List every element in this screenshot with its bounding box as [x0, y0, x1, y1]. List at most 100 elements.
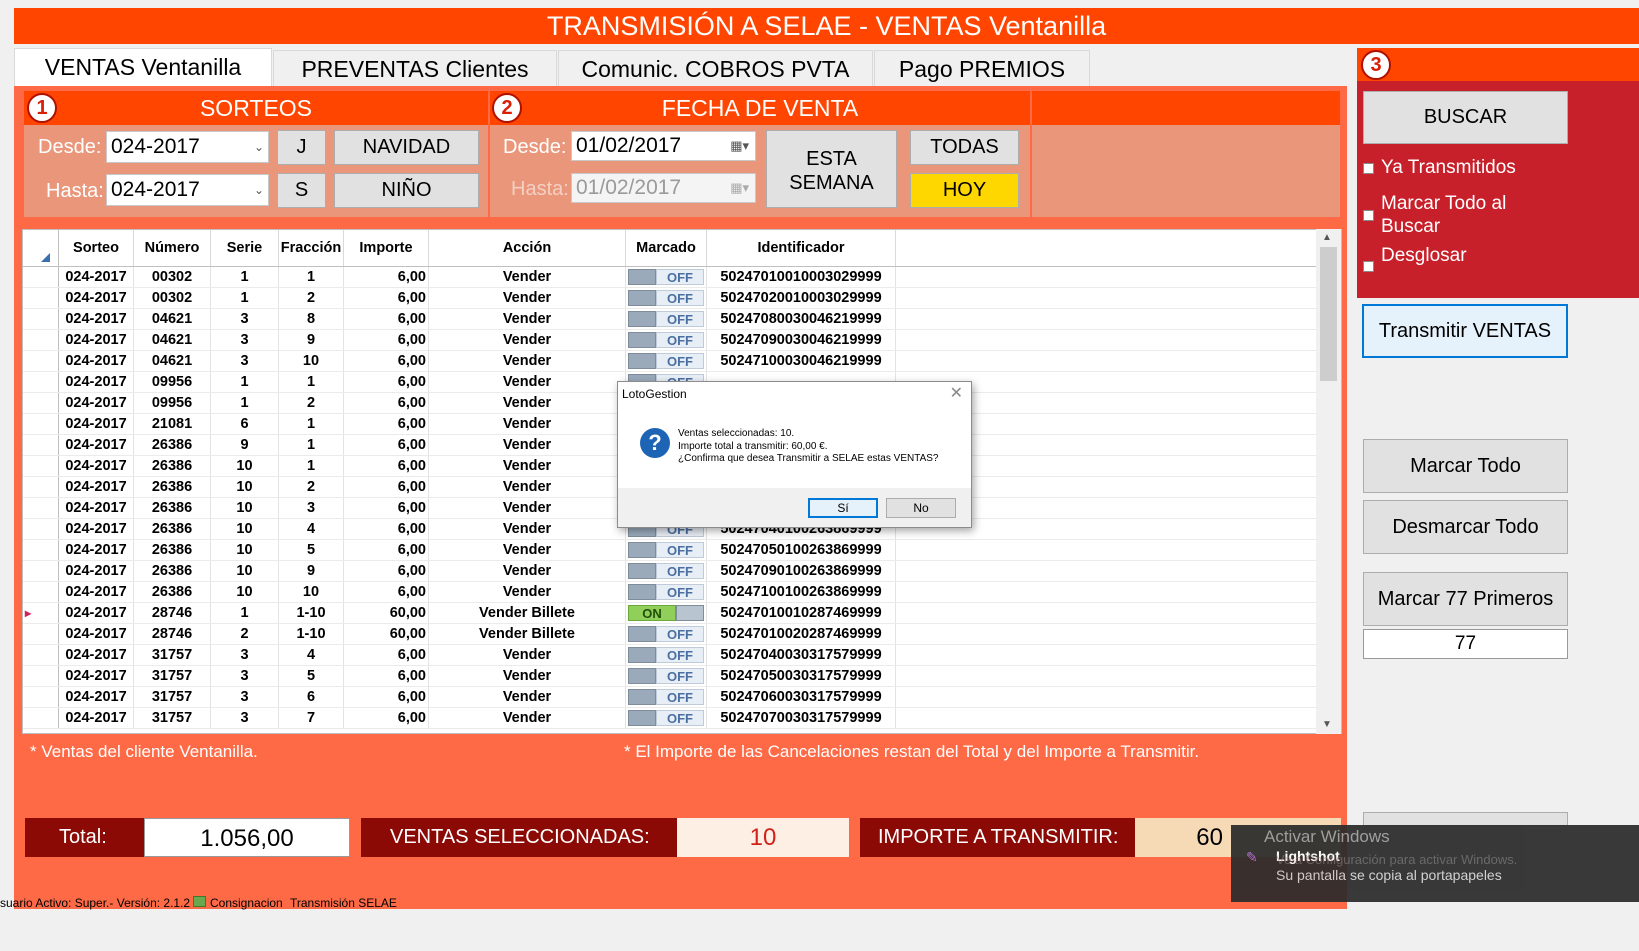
marcar-todo-buscar-checkbox[interactable] [1363, 210, 1374, 221]
row-header[interactable] [23, 455, 59, 477]
marcado-toggle[interactable]: OFF [628, 689, 704, 705]
row-header[interactable] [23, 497, 59, 519]
sorteo-hasta-select[interactable]: 024-2017 ⌄ [106, 174, 269, 206]
fecha-desde-picker[interactable]: 01/02/2017 ▦▾ [571, 131, 756, 161]
j-button[interactable]: J [277, 130, 326, 165]
row-header[interactable] [23, 539, 59, 561]
calendar-icon[interactable]: ▦▾ [730, 174, 749, 202]
status-transmision[interactable]: Transmisión SELAE [290, 896, 397, 910]
row-header[interactable] [23, 560, 59, 582]
cell-marcado[interactable]: ON [625, 602, 707, 624]
ya-transmitidos-label[interactable]: Ya Transmitidos [1381, 157, 1516, 179]
row-header[interactable] [23, 287, 59, 309]
marcado-toggle[interactable]: OFF [628, 311, 704, 327]
marcado-toggle[interactable]: OFF [628, 584, 704, 600]
table-row[interactable]: 024-2017 04621 3 8 6,00 Vender OFF 502470800300… [23, 308, 1316, 330]
cell-marcado[interactable]: OFF [625, 560, 707, 582]
ya-transmitidos-checkbox[interactable] [1363, 163, 1374, 174]
s-button[interactable]: S [277, 173, 326, 208]
marcar-count-input[interactable]: 77 [1363, 629, 1568, 659]
cell-marcado[interactable]: OFF [625, 350, 707, 372]
marcado-toggle[interactable]: OFF [628, 563, 704, 579]
marcado-toggle[interactable]: OFF [628, 332, 704, 348]
todas-button[interactable]: TODAS [910, 130, 1019, 165]
cell-marcado[interactable]: OFF [625, 707, 707, 729]
marcar-todo-button[interactable]: Marcar Todo [1363, 439, 1568, 493]
table-row[interactable]: 024-2017 04621 3 10 6,00 Vender OFF 50247100030… [23, 350, 1316, 372]
row-header[interactable] [23, 644, 59, 666]
cell-marcado[interactable]: OFF [625, 539, 707, 561]
row-header[interactable] [23, 518, 59, 540]
row-header[interactable] [23, 350, 59, 372]
table-row[interactable]: 024-2017 31757 3 5 6,00 Vender OFF 502470500303… [23, 665, 1316, 687]
scroll-up-icon[interactable]: ▲ [1322, 232, 1332, 243]
desglosar-label[interactable]: Desglosar [1381, 245, 1467, 267]
desglosar-checkbox[interactable] [1363, 261, 1374, 272]
nino-button[interactable]: NIÑO [334, 173, 479, 208]
row-header[interactable] [23, 308, 59, 330]
row-header[interactable] [23, 413, 59, 435]
marcado-toggle[interactable]: OFF [628, 647, 704, 663]
grid-scrollbar[interactable]: ▲ ▼ [1316, 229, 1341, 734]
col-numero[interactable]: Número [133, 230, 211, 267]
table-row[interactable]: 024-2017 26386 10 9 6,00 Vender OFF 50247090100… [23, 560, 1316, 582]
row-header[interactable] [23, 623, 59, 645]
hidden-button[interactable] [1363, 812, 1568, 826]
col-sorteo[interactable]: Sorteo [58, 230, 134, 267]
col-importe[interactable]: Importe [343, 230, 429, 267]
row-header[interactable] [23, 581, 59, 603]
row-header[interactable]: ▸ [23, 602, 59, 624]
desmarcar-todo-button[interactable]: Desmarcar Todo [1363, 500, 1568, 554]
cell-marcado[interactable]: OFF [625, 266, 707, 288]
col-fraccion[interactable]: Fracción [278, 230, 344, 267]
table-row[interactable]: 024-2017 26386 10 5 6,00 Vender OFF 50247050100… [23, 539, 1316, 561]
row-header[interactable] [23, 434, 59, 456]
marcado-toggle[interactable]: OFF [628, 626, 704, 642]
row-header[interactable] [23, 476, 59, 498]
marcado-toggle[interactable]: OFF [628, 710, 704, 726]
row-header[interactable] [23, 392, 59, 414]
table-row[interactable]: ▸ 024-2017 28746 1 1-10 60,00 Vender Billete ON… [23, 602, 1316, 624]
tab-comunic-cobros[interactable]: Comunic. COBROS PVTA [558, 50, 873, 87]
cell-marcado[interactable]: OFF [625, 665, 707, 687]
no-button[interactable]: No [886, 498, 956, 518]
marcado-toggle[interactable]: OFF [628, 542, 704, 558]
row-header[interactable] [23, 371, 59, 393]
col-serie[interactable]: Serie [210, 230, 279, 267]
col-identificador[interactable]: Identificador [706, 230, 896, 267]
cell-marcado[interactable]: OFF [625, 686, 707, 708]
cell-marcado[interactable]: OFF [625, 623, 707, 645]
marcado-toggle[interactable]: OFF [628, 290, 704, 306]
marcar-77-button[interactable]: Marcar 77 Primeros [1363, 572, 1568, 626]
table-row[interactable]: 024-2017 04621 3 9 6,00 Vender OFF 502470900300… [23, 329, 1316, 351]
tab-pago-premios[interactable]: Pago PREMIOS [874, 50, 1090, 87]
close-icon[interactable]: ✕ [950, 383, 963, 403]
hoy-button[interactable]: HOY [910, 173, 1019, 208]
table-row[interactable]: 024-2017 00302 1 2 6,00 Vender OFF 502470200100… [23, 287, 1316, 309]
marcado-toggle[interactable]: ON [628, 605, 704, 621]
cell-marcado[interactable]: OFF [625, 644, 707, 666]
row-header[interactable] [23, 707, 59, 729]
row-header[interactable] [23, 686, 59, 708]
esta-semana-button[interactable]: ESTA SEMANA [766, 130, 897, 208]
buscar-button[interactable]: BUSCAR [1363, 91, 1568, 144]
table-row[interactable]: 024-2017 31757 3 7 6,00 Vender OFF 502470700303… [23, 707, 1316, 729]
transmitir-ventas-button[interactable]: Transmitir VENTAS [1362, 304, 1568, 358]
cell-marcado[interactable]: OFF [625, 581, 707, 603]
status-consignacion[interactable]: Consignacion [210, 896, 283, 910]
fecha-hasta-picker[interactable]: 01/02/2017 ▦▾ [571, 173, 756, 203]
table-row[interactable]: 024-2017 00302 1 1 6,00 Vender OFF 502470100100… [23, 266, 1316, 288]
col-accion[interactable]: Acción [428, 230, 626, 267]
col-marcado[interactable]: Marcado [625, 230, 707, 267]
yes-button[interactable]: Sí [808, 498, 878, 518]
table-row[interactable]: 024-2017 31757 3 4 6,00 Vender OFF 502470400303… [23, 644, 1316, 666]
row-header[interactable] [23, 266, 59, 288]
tab-preventas-clientes[interactable]: PREVENTAS Clientes [273, 50, 557, 87]
marcado-toggle[interactable]: OFF [628, 353, 704, 369]
table-row[interactable]: 024-2017 26386 10 10 6,00 Vender OFF 5024710010… [23, 581, 1316, 603]
marcado-toggle[interactable]: OFF [628, 269, 704, 285]
table-row[interactable]: 024-2017 31757 3 6 6,00 Vender OFF 502470600303… [23, 686, 1316, 708]
navidad-button[interactable]: NAVIDAD [334, 130, 479, 165]
row-header[interactable] [23, 665, 59, 687]
marcar-todo-buscar-label[interactable]: Marcar Todo al Buscar [1381, 192, 1506, 238]
